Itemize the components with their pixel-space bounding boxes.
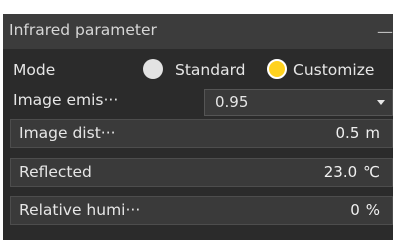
reflected-value[interactable]: 23.0 ℃ <box>324 165 380 180</box>
mode-label: Mode <box>13 61 56 79</box>
emissivity-value: 0.95 <box>215 93 249 111</box>
relative-humidity-value[interactable]: 0% <box>350 203 380 218</box>
reflected-field[interactable]: Reflected 23.0 ℃ <box>10 158 393 187</box>
emissivity-select[interactable]: 0.95 <box>204 89 393 116</box>
reflected-label: Reflected <box>19 163 92 181</box>
mode-standard-label[interactable]: Standard <box>175 62 246 79</box>
relative-humidity-field[interactable]: Relative humi··· 0% <box>10 196 393 225</box>
panel-title: Infrared parameter <box>9 21 157 39</box>
infrared-parameter-panel: Infrared parameter — Mode Standard Custo… <box>3 14 393 240</box>
image-distance-value[interactable]: 0.5 m <box>336 126 380 141</box>
minus-icon[interactable]: — <box>377 24 393 40</box>
image-distance-field[interactable]: Image dist··· 0.5 m <box>10 119 393 148</box>
relative-humidity-label: Relative humi··· <box>19 201 141 219</box>
emissivity-label: Image emis··· <box>13 91 119 109</box>
reflected-unit: ℃ <box>363 163 380 181</box>
image-distance-label: Image dist··· <box>19 124 116 142</box>
mode-standard-radio[interactable] <box>143 59 163 79</box>
mode-customize-label[interactable]: Customize <box>293 62 374 79</box>
mode-customize-radio[interactable] <box>267 59 287 79</box>
relative-humidity-unit: % <box>365 201 380 219</box>
panel-title-bar[interactable]: Infrared parameter — <box>3 14 393 49</box>
chevron-down-icon[interactable] <box>377 100 385 105</box>
image-distance-unit: m <box>365 124 380 142</box>
